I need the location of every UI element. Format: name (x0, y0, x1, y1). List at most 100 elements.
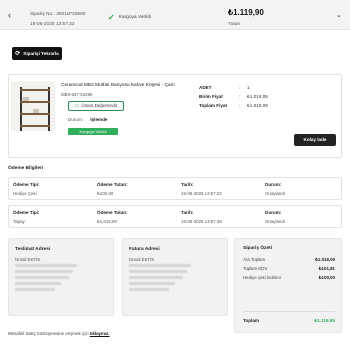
payment-field-label: Ödeme Tutarı: (97, 182, 128, 187)
summary-row: Hediye çeki indirimi ₺100,00 (243, 275, 335, 281)
summary-divider (243, 311, 335, 312)
reorder-button[interactable]: ⟳ Siparişi Tekrarla (12, 47, 62, 60)
chevron-down-icon[interactable]: ⌄ (336, 12, 342, 21)
payment-field-value: Onaylandı (265, 218, 286, 224)
refresh-icon: ⟳ (15, 50, 21, 57)
spec-value: ₺1.018,09 (247, 102, 268, 108)
spec-key: Birim Fiyat (199, 93, 223, 99)
product-specs: ADET : 1 Birim Fiyat : ₺1.018,09 Toplam … (199, 83, 289, 110)
order-summary-card: Sipariş Özeti Ara Toplam ₺1.018,09 Topla… (234, 238, 342, 333)
shelf-board (20, 89, 50, 91)
order-header: ‹ Sipariş No.: 30011F32690 15-05-2025 13… (0, 0, 350, 30)
payment-amount: Ödeme Tutarı: ₺100,00 (97, 182, 128, 196)
blurred-address-line (15, 288, 55, 291)
easy-return-button[interactable]: Kolay İade (294, 134, 336, 146)
payment-info-title: Ödeme Bilgileri (8, 166, 44, 171)
payment-field-value: 15-05-2025 13:57:36 (181, 218, 222, 224)
product-status: Durum: İşlemde (68, 117, 107, 123)
spec-row: Birim Fiyat : ₺1.018,09 (199, 92, 289, 101)
product-image[interactable] (11, 81, 55, 131)
summary-row: Ara Toplam ₺1.018,09 (243, 257, 335, 263)
blurred-address-line (129, 276, 183, 279)
payment-field-label: Durum: (265, 210, 282, 215)
contract-note-text: Mesafeli Satış Sözleşmesine erişmek için (8, 331, 89, 336)
delivery-address-name: İsmail EKTİK (15, 257, 41, 262)
shipped-badge: Kargoya Verildi (68, 128, 118, 135)
arrow-left-icon[interactable]: ‹ (8, 10, 11, 21)
blurred-address-line (15, 276, 69, 279)
spec-row: Toplam Fiyat : ₺1.018,09 (199, 101, 289, 110)
reorder-label: Siparişi Tekrarla (23, 50, 59, 56)
payment-date: Tarih: 15-05-2025 13:57:22 (181, 182, 222, 196)
spec-separator: : (239, 93, 241, 99)
summary-row: Toplam KDV ₺101,81 (243, 266, 335, 272)
contract-link[interactable]: tıklayınız. (90, 331, 110, 336)
payment-field-value: ₺100,00 (97, 190, 114, 196)
order-status: ✓ Kargoya Verildi (108, 14, 151, 22)
shelf-board (20, 125, 50, 127)
payment-status: Durum: Onaylandı (265, 210, 285, 224)
shelf-item (33, 109, 39, 113)
shelf-item (23, 97, 29, 101)
summary-key: Hediye çeki indirimi (243, 275, 281, 280)
order-status-label: Kargoya Verildi (118, 15, 151, 20)
blurred-address-line (15, 270, 73, 273)
summary-value: ₺1.018,09 (315, 257, 335, 262)
product-status-value: İşlemde (90, 117, 108, 122)
blurred-address-line (129, 282, 175, 285)
spec-key: Toplam Fiyat (199, 102, 227, 108)
payment-field-label: Ödeme Tipi: (13, 182, 40, 187)
summary-key: Toplam KDV (243, 266, 268, 271)
blurred-address-line (15, 264, 77, 267)
spec-row: ADET : 1 (199, 83, 289, 92)
payment-type: Ödeme Tipi: Hediye Çeki (13, 182, 39, 196)
delivery-address-card: Teslimat Adresi İsmail EKTİK (8, 238, 114, 316)
delivery-address-title: Teslimat Adresi (15, 247, 51, 252)
invoice-address-title: Fatura Adresi (129, 247, 160, 252)
product-status-label: Durum: (68, 117, 84, 122)
payment-field-label: Tarih: (181, 182, 194, 187)
summary-value: ₺100,00 (318, 275, 335, 280)
spec-separator: : (239, 102, 241, 108)
invoice-address-card: Fatura Adresi İsmail EKTİK (122, 238, 228, 316)
spec-key: ADET (199, 84, 212, 90)
blurred-address-line (129, 288, 169, 291)
payment-field-value: ₺1.019,90 (97, 218, 117, 224)
summary-total: Toplam ₺1.119,90 (243, 318, 335, 324)
blurred-address-line (129, 264, 191, 267)
payment-amount: Ödeme Tutarı: ₺1.019,90 (97, 210, 128, 224)
summary-total-value: ₺1.119,90 (314, 318, 335, 323)
order-total-label: Tutarı (228, 22, 241, 27)
contract-note: Mesafeli Satış Sözleşmesine erişmek için… (8, 331, 110, 337)
blurred-address-line (15, 282, 61, 285)
product-card: Ceramical MB3 Mutfak Banyosu Kahve Köşes… (8, 74, 342, 158)
review-product-button[interactable]: ▭ Ürünü Değerlendir (68, 101, 124, 111)
payment-field-value: Hediye Çeki (13, 190, 37, 196)
payment-field-label: Ödeme Tipi: (13, 210, 40, 215)
shelf-board (20, 101, 50, 103)
payment-field-label: Tarih: (181, 210, 194, 215)
order-date: 15-05-2025 13:57:22 (30, 22, 75, 27)
order-summary-title: Sipariş Özeti (243, 246, 273, 251)
payment-type: Ödeme Tipi: Tapay (13, 210, 39, 224)
product-title[interactable]: Ceramical MB3 Mutfak Banyosu Kahve Köşes… (61, 83, 175, 89)
summary-key: Ara Toplam (243, 257, 266, 262)
order-number: Sipariş No.: 30011F32690 (30, 12, 86, 17)
payment-date: Tarih: 15-05-2025 13:57:36 (181, 210, 222, 224)
payment-field-value: 15-05-2025 13:57:22 (181, 190, 222, 196)
summary-total-label: Toplam (243, 318, 259, 323)
payment-field-label: Ödeme Tutarı: (97, 210, 128, 215)
payment-status: Durum: Onaylandı (265, 182, 285, 196)
review-label: Ürünü Değerlendir (81, 103, 118, 109)
blurred-address-line (129, 270, 187, 273)
invoice-address-name: İsmail EKTİK (129, 257, 155, 262)
check-icon: ✓ (108, 13, 115, 22)
shelf-board (20, 113, 50, 115)
payment-field-value: Tapay (13, 218, 25, 224)
payment-field-label: Durum: (265, 182, 282, 187)
chat-icon: ▭ (74, 102, 80, 109)
product-code: MB3-637-54295 (61, 92, 93, 97)
spec-separator: : (239, 84, 241, 90)
spec-value: 1 (247, 84, 250, 90)
spec-value: ₺1.018,09 (247, 93, 268, 99)
